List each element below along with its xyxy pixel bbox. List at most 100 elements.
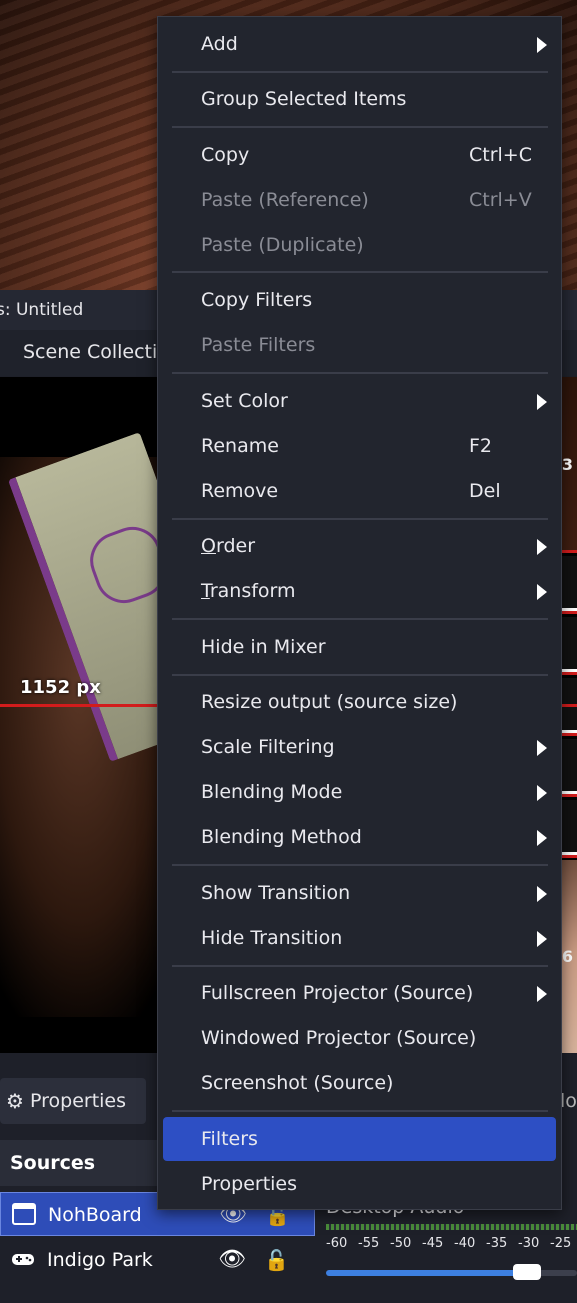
edge-label-top: 3 (561, 455, 573, 474)
tick: -60 (326, 1236, 348, 1251)
window-title: s: Untitled (0, 300, 84, 320)
menu-label: Show Transition (201, 882, 351, 904)
menu-label: Resize output (source size) (201, 691, 458, 713)
volume-slider-handle[interactable] (513, 1264, 541, 1280)
submenu-arrow-icon (537, 394, 547, 410)
menu-label: Copy (201, 144, 250, 166)
menu-label: Paste (Duplicate) (201, 234, 364, 256)
tick: -30 (518, 1236, 540, 1251)
window-capture-icon (12, 1203, 36, 1225)
menu-item-filters[interactable]: Filters (163, 1117, 556, 1161)
menu-separator (172, 271, 548, 273)
menu-label: Add (201, 33, 238, 55)
menu-item-blending-method[interactable]: Blending Method (158, 815, 561, 859)
menu-shortcut: Del (469, 480, 501, 502)
menu-label: Blending Mode (201, 781, 343, 803)
source-name: NohBoard (48, 1204, 142, 1226)
menu-label: Screenshot (Source) (201, 1072, 394, 1094)
tick: -50 (390, 1236, 412, 1251)
menu-label: Windowed Projector (Source) (201, 1027, 477, 1049)
lock-icon[interactable]: 🔓 (264, 1238, 289, 1282)
menu-separator (172, 864, 548, 866)
menu-label: Paste Filters (201, 334, 316, 356)
submenu-arrow-icon (537, 830, 547, 846)
menu-separator (172, 674, 548, 676)
tick: -45 (422, 1236, 444, 1251)
mnemonic-letter: T (201, 580, 210, 602)
audio-meter (326, 1224, 577, 1230)
menu-label: Rename (201, 435, 279, 457)
mnemonic-letter: O (201, 535, 216, 557)
menu-shortcut: F2 (469, 435, 493, 457)
audio-ticks: -60 -55 -50 -45 -40 -35 -30 -25 (326, 1236, 577, 1251)
submenu-arrow-icon (537, 539, 547, 555)
menu-item-order[interactable]: Order (158, 524, 561, 568)
menu-item-hide-in-mixer[interactable]: Hide in Mixer (158, 625, 561, 669)
menu-label: Properties (201, 1173, 298, 1195)
menu-item-rename[interactable]: Rename F2 (158, 424, 561, 468)
source-item-indigo-park[interactable]: Indigo Park 👁 🔓 (0, 1238, 315, 1282)
menu-item-hide-transition[interactable]: Hide Transition (158, 916, 561, 960)
volume-slider-fill[interactable] (326, 1270, 527, 1276)
menu-label: Transform (201, 580, 296, 602)
menu-separator (172, 1110, 548, 1112)
menu-item-properties[interactable]: Properties (158, 1162, 561, 1206)
menu-item-resize-output[interactable]: Resize output (source size) (158, 680, 561, 724)
width-label: 1152 px (20, 677, 101, 698)
menu-label: Remove (201, 480, 279, 502)
menu-item-paste-reference: Paste (Reference) Ctrl+V (158, 178, 561, 222)
tick: -40 (454, 1236, 476, 1251)
menu-item-blending-mode[interactable]: Blending Mode (158, 770, 561, 814)
menu-item-transform[interactable]: Transform (158, 569, 561, 613)
obs-window: s: Untitled Scene Collection 1152 px 3 6… (0, 0, 577, 1303)
menu-label: Paste (Reference) (201, 189, 369, 211)
menu-item-windowed-projector[interactable]: Windowed Projector (Source) (158, 1016, 561, 1060)
menu-separator (172, 518, 548, 520)
menu-item-copy-filters[interactable]: Copy Filters (158, 278, 561, 322)
menu-label: Hide in Mixer (201, 636, 326, 658)
menu-item-screenshot[interactable]: Screenshot (Source) (158, 1061, 561, 1105)
menu-label: Set Color (201, 390, 288, 412)
menu-separator (172, 126, 548, 128)
tick: -25 (550, 1236, 572, 1251)
menu-item-show-transition[interactable]: Show Transition (158, 871, 561, 915)
submenu-arrow-icon (537, 785, 547, 801)
menu-shortcut: Ctrl+V (469, 189, 532, 211)
toolbar-right-fragment: lo (560, 1090, 577, 1112)
edge-label-bottom: 6 (561, 947, 573, 966)
gamepad-icon (11, 1248, 35, 1270)
menu-label: Group Selected Items (201, 88, 407, 110)
menu-item-add[interactable]: Add (158, 22, 561, 66)
properties-button[interactable]: ⚙ Properties (0, 1078, 146, 1124)
menu-label: Scale Filtering (201, 736, 335, 758)
submenu-arrow-icon (537, 886, 547, 902)
menu-label: Blending Method (201, 826, 362, 848)
properties-button-label: Properties (30, 1090, 127, 1112)
menu-label: Copy Filters (201, 289, 313, 311)
submenu-arrow-icon (537, 740, 547, 756)
context-menu: Add Group Selected Items Copy Ctrl+C Past… (157, 16, 562, 1210)
menu-item-scale-filtering[interactable]: Scale Filtering (158, 725, 561, 769)
menu-item-group-selected[interactable]: Group Selected Items (158, 77, 561, 121)
submenu-arrow-icon (537, 584, 547, 600)
menu-item-paste-duplicate: Paste (Duplicate) (158, 223, 561, 267)
menu-separator (172, 965, 548, 967)
menu-item-fullscreen-projector[interactable]: Fullscreen Projector (Source) (158, 971, 561, 1015)
menu-label: Filters (201, 1128, 258, 1150)
tick: -55 (358, 1236, 380, 1251)
submenu-arrow-icon (537, 37, 547, 53)
tick: -35 (486, 1236, 508, 1251)
menu-item-copy[interactable]: Copy Ctrl+C (158, 133, 561, 177)
menu-separator (172, 71, 548, 73)
menu-item-remove[interactable]: Remove Del (158, 469, 561, 513)
menu-separator (172, 372, 548, 374)
menu-item-set-color[interactable]: Set Color (158, 379, 561, 423)
gear-icon: ⚙ (6, 1089, 24, 1113)
submenu-arrow-icon (537, 931, 547, 947)
submenu-arrow-icon (537, 986, 547, 1002)
menu-label: Fullscreen Projector (Source) (201, 982, 474, 1004)
menu-shortcut: Ctrl+C (469, 144, 532, 166)
eye-icon[interactable]: 👁 (218, 1238, 246, 1282)
source-name: Indigo Park (47, 1249, 153, 1271)
menu-label: Order (201, 535, 256, 557)
